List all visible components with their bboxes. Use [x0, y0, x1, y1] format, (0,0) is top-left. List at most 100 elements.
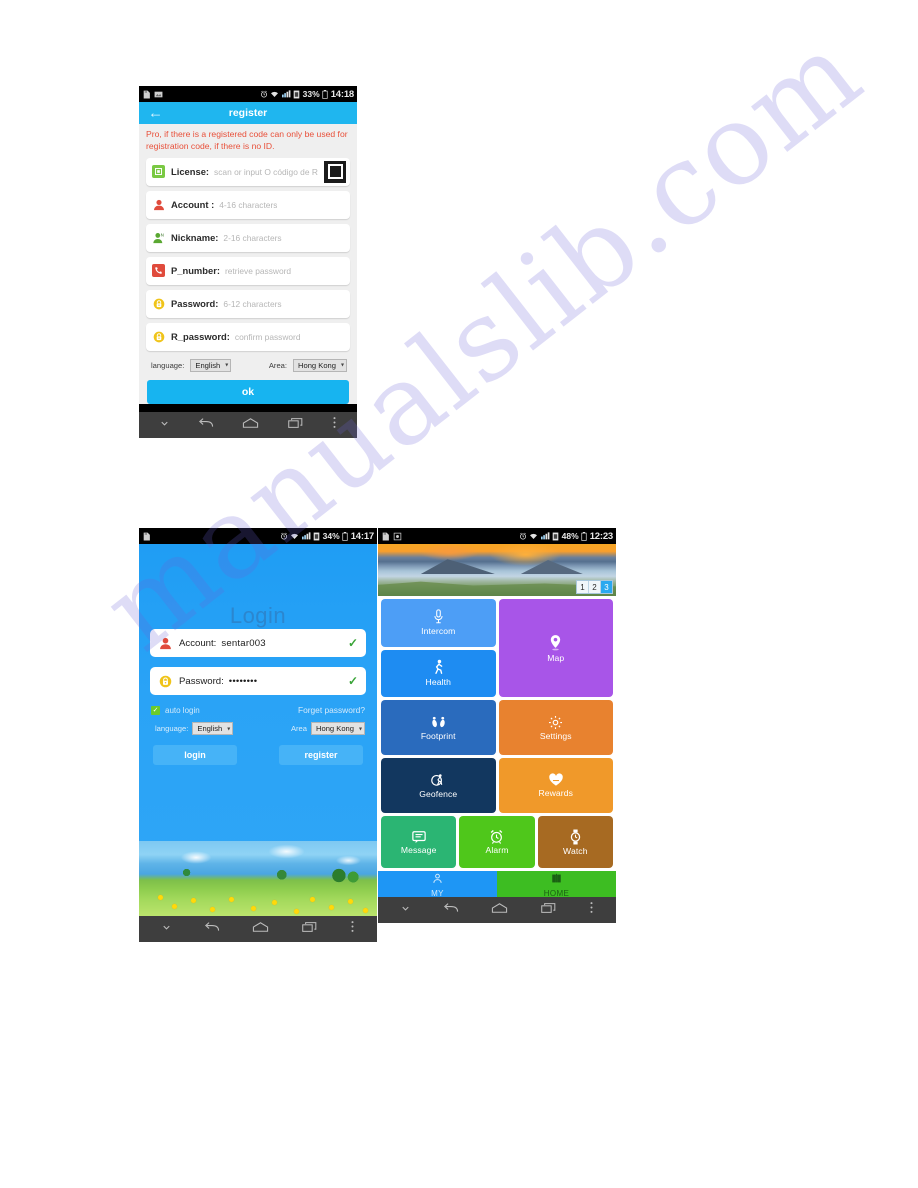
home-book-icon [551, 871, 562, 889]
language-label: language: [155, 724, 189, 733]
image-icon [154, 91, 163, 97]
forget-password-link[interactable]: Forget password? [298, 705, 365, 715]
hide-keyboard-icon[interactable] [161, 920, 172, 938]
battery-percent: 34% [322, 531, 340, 541]
status-clock: 14:17 [350, 530, 375, 542]
tab-home[interactable]: HOME [497, 871, 616, 898]
hide-keyboard-icon[interactable] [159, 416, 170, 434]
tile-label: Message [400, 844, 437, 855]
tile-label: Health [425, 677, 451, 688]
home-icon[interactable] [491, 901, 508, 919]
area-select[interactable]: Hong Kong [293, 358, 347, 372]
home-icon[interactable] [252, 920, 269, 938]
recents-icon[interactable] [540, 901, 557, 919]
watch-icon [569, 829, 582, 845]
tile-watch[interactable]: Watch [537, 816, 613, 868]
license-label: License: [171, 166, 210, 178]
status-left-icons [142, 90, 163, 99]
password-field[interactable]: Password: 6-12 characters [146, 289, 350, 318]
tab-my[interactable]: MY [378, 871, 497, 898]
wifi-icon [271, 91, 279, 97]
license-field[interactable]: License: scan or input O código de R [146, 157, 350, 186]
battery-percent: 48% [561, 531, 579, 541]
license-icon [152, 165, 165, 179]
person-icon [158, 636, 172, 650]
signal-icon [540, 532, 550, 540]
password-value: •••••••• [228, 675, 258, 687]
back-arrow-icon[interactable]: ← [148, 106, 163, 121]
mountain-shape [520, 560, 583, 574]
footprints-icon [430, 715, 447, 730]
hide-keyboard-icon[interactable] [400, 901, 411, 919]
phone-number-placeholder: retrieve password [224, 265, 292, 276]
banner-page-3[interactable]: 3 [601, 581, 612, 593]
battery-icon [342, 531, 348, 541]
tile-message[interactable]: Message [381, 816, 457, 868]
tile-rewards[interactable]: Rewards [498, 758, 613, 813]
tile-footprint[interactable]: Footprint [381, 700, 496, 755]
banner-page-2[interactable]: 2 [589, 581, 601, 593]
lock-icon [158, 674, 172, 688]
alarm-icon [519, 532, 526, 540]
status-right-icons: 33% 14:18 [260, 89, 354, 100]
sd-card-icon [143, 532, 150, 540]
tile-settings[interactable]: Settings [498, 700, 613, 755]
area-label: Area: [268, 360, 287, 370]
home-banner[interactable]: 1 2 3 [378, 544, 616, 596]
home-screenshot: 48% 12:23 1 2 3 Intercom Health Map Foot… [378, 528, 616, 923]
recents-icon[interactable] [287, 416, 304, 434]
nickname-placeholder: 2-16 characters [223, 232, 282, 243]
lock-icon [152, 330, 165, 343]
banner-page-1[interactable]: 1 [577, 581, 589, 593]
person-outline-icon [432, 871, 443, 889]
login-password-field[interactable]: Password: •••••••• ✓ [150, 667, 366, 695]
tile-map[interactable]: Map [498, 599, 613, 697]
recents-icon[interactable] [301, 920, 318, 938]
login-account-field[interactable]: Account: sentar003 ✓ [150, 629, 366, 657]
area-select[interactable]: Hong Kong [311, 722, 365, 735]
qr-scan-button[interactable] [324, 160, 346, 183]
phone-number-field[interactable]: P_number: retrieve password [146, 256, 350, 285]
menu-icon[interactable] [350, 920, 355, 938]
person-tag-icon: N [152, 231, 165, 244]
back-icon[interactable] [204, 920, 220, 938]
nickname-field[interactable]: N Nickname: 2-16 characters [146, 223, 350, 252]
status-right-icons: 48% 12:23 [519, 531, 613, 542]
auto-login-checkbox[interactable]: ✓ [151, 705, 160, 715]
banner-pagination[interactable]: 1 2 3 [576, 580, 613, 594]
login-title: Login [229, 603, 287, 628]
account-label: Account: [179, 637, 217, 649]
wifi-icon [530, 533, 538, 539]
tile-label: Footprint [420, 730, 456, 741]
auto-login-label: auto login [165, 705, 200, 715]
tile-intercom[interactable]: Intercom [381, 599, 496, 647]
language-select[interactable]: English [190, 358, 232, 372]
page-title: register [228, 107, 268, 119]
tile-health[interactable]: Health [381, 649, 496, 697]
home-icon[interactable] [242, 416, 259, 434]
language-select[interactable]: English [192, 722, 234, 735]
menu-icon[interactable] [332, 416, 337, 434]
register-button[interactable]: register [279, 745, 363, 765]
tile-alarm[interactable]: Alarm [459, 816, 535, 868]
password-placeholder: 6-12 characters [223, 298, 282, 309]
tile-row: Geofence Rewards [381, 758, 613, 813]
register-android-navbar [139, 411, 357, 438]
phone-icon [152, 264, 165, 278]
ok-button[interactable]: ok [147, 379, 349, 404]
status-left-icons [142, 532, 151, 541]
login-android-navbar [139, 916, 377, 942]
account-field[interactable]: Account : 4-16 characters [146, 190, 350, 219]
alarm-icon [280, 532, 287, 540]
repeat-password-placeholder: confirm password [234, 331, 301, 342]
back-icon[interactable] [198, 416, 214, 434]
back-icon[interactable] [443, 901, 459, 919]
register-status-bar: 33% 14:18 [139, 86, 357, 102]
login-button[interactable]: login [153, 745, 237, 765]
menu-icon[interactable] [589, 901, 594, 919]
tile-geofence[interactable]: Geofence [381, 758, 496, 813]
repeat-password-field[interactable]: R_password: confirm password [146, 322, 350, 351]
login-background-scenery [139, 841, 377, 916]
phone-number-label: P_number: [171, 265, 220, 277]
login-button-row: login register [139, 735, 377, 765]
